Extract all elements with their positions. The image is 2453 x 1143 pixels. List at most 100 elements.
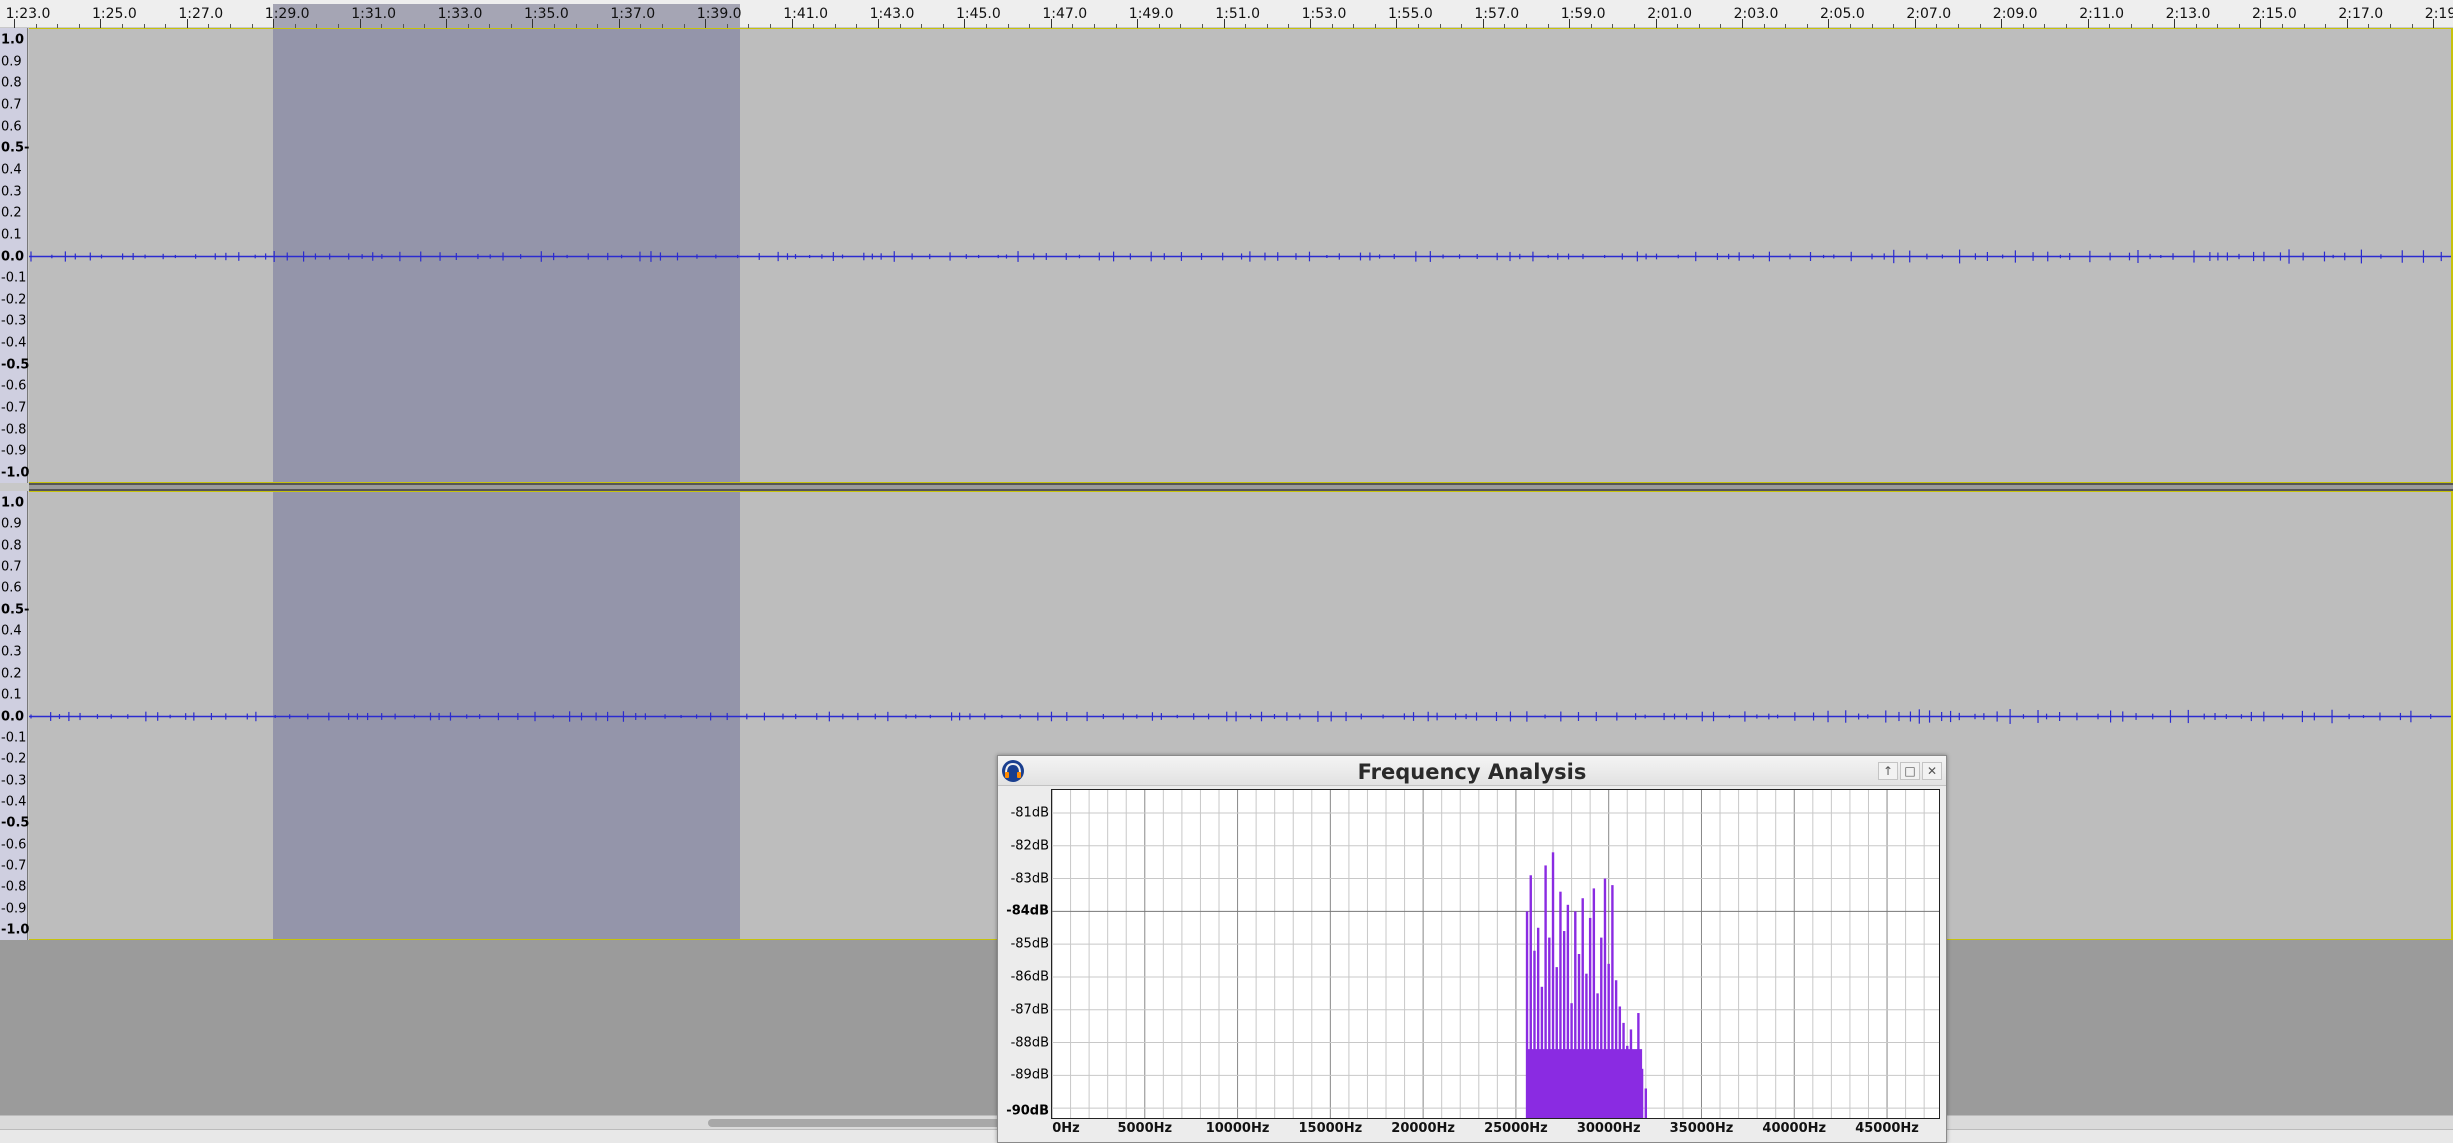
timeline-tick bbox=[359, 19, 361, 28]
timeline-label: 1:23.0 bbox=[5, 6, 51, 22]
timeline-label: 2:07.0 bbox=[1906, 6, 1952, 22]
y-tick-label: -84dB bbox=[1006, 903, 1049, 919]
vertical-ruler-label: -0.4 bbox=[1, 794, 27, 810]
vertical-ruler-label: -0.2 bbox=[1, 292, 27, 308]
waveform-area[interactable] bbox=[29, 28, 2453, 483]
timeline-label: 1:33.0 bbox=[437, 6, 483, 22]
spectrum-plot[interactable] bbox=[1051, 789, 1940, 1119]
spectrum-y-axis: -81dB -82dB -83dB -84dB -85dB -86dB -87dB -88dB… bbox=[998, 789, 1049, 1119]
spectrum-body bbox=[1527, 1049, 1643, 1118]
vertical-ruler-label: 1.0 bbox=[1, 32, 25, 48]
vertical-ruler-label: 0.6 bbox=[1, 119, 22, 135]
x-tick-label: 5000Hz bbox=[1117, 1121, 1173, 1136]
x-tick-label: 45000Hz bbox=[1855, 1121, 1919, 1136]
timeline-label: 2:19.0 bbox=[2424, 6, 2453, 22]
x-tick-label: 0Hz bbox=[1052, 1121, 1080, 1136]
timeline-tick bbox=[14, 19, 15, 28]
timeline-ruler[interactable]: 1:23.0 1:25.0 1:27.0 1:29.0 1:31.0 1:33.0 1:35… bbox=[0, 0, 2453, 28]
y-tick-label: -85dB bbox=[1010, 936, 1049, 952]
timeline-label: 1:51.0 bbox=[1215, 6, 1260, 22]
x-tick-label: 25000Hz bbox=[1484, 1121, 1548, 1136]
timeline-tick bbox=[1655, 19, 1657, 28]
vertical-ruler-label: -0.1 bbox=[1, 730, 27, 746]
timeline-tick bbox=[273, 19, 275, 28]
timeline-tick bbox=[2001, 19, 2003, 28]
vertical-ruler-label: -0.7 bbox=[1, 400, 27, 416]
x-tick-label: 15000Hz bbox=[1298, 1121, 1363, 1136]
timeline-tick bbox=[1742, 19, 1743, 28]
timeline-tick bbox=[532, 19, 534, 28]
minimize-icon[interactable]: ↑ bbox=[1878, 762, 1898, 780]
timeline-label: 2:03.0 bbox=[1733, 6, 1779, 22]
vertical-ruler-label: 0.2 bbox=[1, 205, 22, 221]
timeline-tick bbox=[100, 19, 102, 28]
timeline-label: 2:15.0 bbox=[2251, 6, 2297, 22]
timeline-tick bbox=[1396, 19, 1398, 28]
spectrum-bar bbox=[1644, 1088, 1648, 1118]
vertical-ruler-label: 0.5- bbox=[1, 602, 30, 618]
vertical-ruler-label: -0.4 bbox=[1, 335, 27, 351]
vertical-ruler-label: -0.9 bbox=[1, 901, 27, 917]
vertical-ruler-label: 0.7 bbox=[1, 559, 22, 575]
y-tick-label: -88dB bbox=[1010, 1035, 1049, 1051]
timeline-tick bbox=[1482, 19, 1484, 28]
y-tick-label: -90dB bbox=[1006, 1103, 1049, 1119]
y-tick-label: -83dB bbox=[1010, 871, 1049, 887]
timeline-label: 2:09.0 bbox=[1992, 6, 2038, 22]
x-tick-label: 30000Hz bbox=[1576, 1121, 1641, 1136]
vertical-ruler-label: 0.1 bbox=[1, 687, 22, 703]
vertical-ruler-label: 0.0 bbox=[1, 249, 25, 264]
frequency-analysis-dialog[interactable]: Frequency Analysis ↑ □ ✕ -81dB -82dB -83dB… bbox=[997, 755, 1947, 1143]
timeline-label: 1:29.0 bbox=[264, 6, 310, 22]
close-icon[interactable]: ✕ bbox=[1922, 762, 1942, 780]
timeline-label: 1:41.0 bbox=[783, 6, 828, 22]
timeline-tick bbox=[1137, 19, 1139, 28]
vertical-ruler-label: 0.1 bbox=[1, 227, 22, 243]
y-tick-label: -82dB bbox=[1010, 838, 1049, 854]
timeline-tick bbox=[186, 19, 188, 28]
vertical-ruler: 1.0 0.9 0.8 0.7 0.6 0.5- 0.4 0.3 0.2 0.1 0.0 -0.1 -0… bbox=[0, 491, 35, 940]
timeline-label: 1:25.0 bbox=[91, 6, 137, 22]
timeline-tick bbox=[2087, 19, 2089, 28]
vertical-ruler-label: 0.7 bbox=[1, 97, 22, 113]
y-tick-label: -89dB bbox=[1010, 1067, 1049, 1083]
x-tick-label: 40000Hz bbox=[1762, 1121, 1827, 1136]
timeline-label: 2:17.0 bbox=[2338, 6, 2384, 22]
vertical-ruler-label: 0.3 bbox=[1, 644, 22, 660]
timeline-tick bbox=[1050, 19, 1052, 28]
maximize-icon[interactable]: □ bbox=[1900, 762, 1920, 780]
timeline-tick bbox=[2260, 19, 2262, 28]
timeline-label: 1:43.0 bbox=[869, 6, 915, 22]
vertical-ruler-label: 0.4 bbox=[1, 623, 22, 639]
timeline-label: 1:47.0 bbox=[1042, 6, 1088, 22]
y-tick-label: -86dB bbox=[1010, 969, 1049, 985]
vertical-ruler-label: 0.4 bbox=[1, 162, 22, 178]
vertical-ruler-label: 0.9 bbox=[1, 54, 22, 70]
timeline-tick bbox=[1223, 19, 1225, 28]
spectrum-chart bbox=[1051, 790, 1939, 1118]
timeline-tick bbox=[1914, 19, 1916, 28]
timeline-tick bbox=[2433, 19, 2435, 28]
timeline-tick bbox=[791, 19, 793, 28]
timeline-tick bbox=[2174, 19, 2175, 28]
timeline-tick bbox=[1310, 19, 1311, 28]
timeline-label: 1:59.0 bbox=[1560, 6, 1606, 22]
timeline-label: 1:31.0 bbox=[351, 6, 396, 22]
vertical-ruler-label: 0.9 bbox=[1, 516, 22, 532]
vertical-ruler-label: -0.8 bbox=[1, 422, 27, 438]
timeline-label: 1:57.0 bbox=[1474, 6, 1520, 22]
track-separator[interactable] bbox=[29, 483, 2453, 491]
vertical-ruler-label: 0.8 bbox=[1, 538, 22, 554]
timeline-label: 1:53.0 bbox=[1301, 6, 1347, 22]
vertical-ruler-label: 0.6 bbox=[1, 580, 22, 596]
audio-track-channel-1[interactable]: 1.0 0.9 0.8 0.7 0.6 0.5- 0.4 0.3 0.2 0.1 0.0 -0.1 -0… bbox=[0, 28, 2453, 483]
dialog-titlebar[interactable]: Frequency Analysis ↑ □ ✕ bbox=[998, 756, 1946, 786]
vertical-ruler-label: -0.3 bbox=[1, 313, 27, 329]
timeline-label: 2:01.0 bbox=[1647, 6, 1692, 22]
timeline-tick bbox=[1569, 19, 1571, 28]
timeline-tick bbox=[705, 19, 707, 28]
vertical-ruler-label: 0.3 bbox=[1, 184, 22, 200]
timeline-tick bbox=[618, 19, 620, 28]
vertical-ruler-label: 0.0 bbox=[1, 709, 25, 724]
vertical-ruler-label: -0.6 bbox=[1, 378, 27, 394]
